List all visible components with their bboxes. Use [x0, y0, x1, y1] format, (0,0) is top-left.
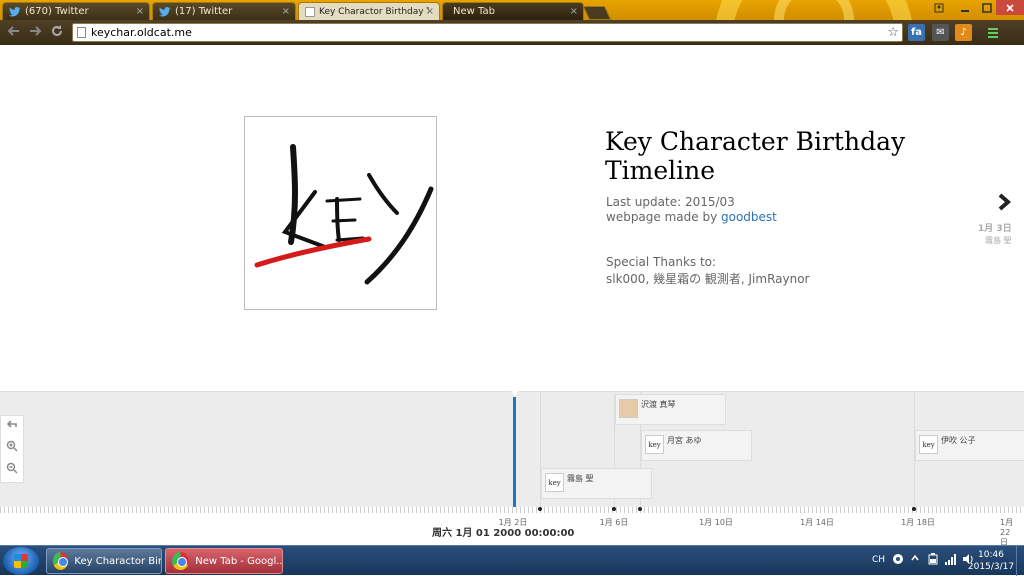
chrome-menu-icon[interactable]	[984, 24, 1001, 41]
author-link[interactable]: goodbest	[721, 210, 777, 224]
twitter-icon	[9, 6, 21, 18]
new-tab-button[interactable]	[582, 6, 612, 20]
address-bar[interactable]: keychar.oldcat.me ☆	[72, 23, 903, 42]
theme-decoration	[774, 0, 854, 20]
tab-label: (670) Twitter	[25, 6, 89, 17]
event-dot	[638, 507, 642, 511]
timeline-current-marker	[513, 397, 516, 513]
tab-strip: (670) Twitter × (17) Twitter × Key Chara…	[0, 0, 1024, 20]
tick-label: 1月 10日	[699, 518, 733, 527]
character-thumbnail: key	[645, 435, 664, 454]
battery-icon[interactable]	[927, 553, 939, 568]
tick-label: 1月 6日	[599, 518, 629, 527]
character-thumbnail: key	[545, 473, 564, 492]
character-thumbnail	[619, 399, 638, 418]
forward-arrow-icon[interactable]	[27, 24, 43, 40]
next-slide-date[interactable]: 1月 3日	[978, 221, 1012, 234]
tab-twitter-1[interactable]: (670) Twitter ×	[2, 2, 150, 20]
timeline-event[interactable]: key 伊吹 公子	[915, 430, 1024, 461]
bookmark-star-icon[interactable]: ☆	[887, 24, 899, 41]
extension-fa-icon[interactable]: fa	[908, 24, 925, 41]
timeline-nav[interactable]: 沢渡 真琴 key 月宮 あゆ key 伊吹 公子 key 霧島 聖	[0, 391, 1024, 507]
windows-taskbar: Key Charactor Birt... New Tab - Googl...…	[0, 545, 1024, 576]
last-update: Last update: 2015/03	[606, 195, 735, 209]
current-date-label: 周六 1月 01 2000 00:00:00	[432, 528, 575, 539]
event-dot	[612, 507, 616, 511]
tab-new-tab[interactable]: New Tab ×	[442, 2, 584, 20]
close-icon[interactable]: ×	[136, 6, 144, 17]
show-desktop-button[interactable]	[1016, 546, 1024, 576]
back-to-start-icon[interactable]	[1, 416, 23, 438]
back-arrow-icon[interactable]	[6, 24, 22, 40]
show-hidden-icons-icon[interactable]	[910, 553, 920, 566]
url-text: keychar.oldcat.me	[91, 26, 192, 39]
thanks-title: Special Thanks to:	[606, 255, 717, 269]
character-thumbnail: key	[919, 435, 938, 454]
key-logo	[244, 116, 437, 310]
clock-time[interactable]: 10:46	[976, 550, 1006, 560]
task-label: Key Charactor Birt...	[74, 555, 161, 567]
made-by: webpage made by goodbest	[606, 210, 777, 224]
language-indicator[interactable]: CH	[872, 555, 885, 565]
next-slide-name[interactable]: 霧島 聖	[985, 235, 1012, 246]
event-name: 伊吹 公子	[941, 436, 976, 445]
ime-icon[interactable]	[892, 553, 904, 568]
windows-logo-icon	[14, 554, 28, 568]
tab-label: New Tab	[453, 6, 495, 17]
timeline-event[interactable]: key 月宮 あゆ	[641, 430, 752, 461]
browser-toolbar: keychar.oldcat.me ☆ fa ✉ ♪	[0, 20, 1024, 45]
tab-label: Key Charactor Birthday Ti	[319, 6, 429, 17]
reload-icon[interactable]	[49, 24, 65, 40]
chrome-icon	[53, 552, 69, 570]
close-icon[interactable]: ×	[570, 6, 578, 17]
timeline-event[interactable]: 沢渡 真琴	[615, 394, 726, 425]
tick-label: 1月 18日	[901, 518, 935, 527]
timeline-pointer	[509, 388, 521, 396]
timeline-axis[interactable]: 1月 2日 1月 6日 1月 10日 1月 14日 1月 18日 1月 22日 …	[0, 507, 1024, 545]
page-icon	[305, 6, 315, 17]
thanks-names: slk000, 幾星霜の 観測者, JimRaynor	[606, 272, 810, 286]
page-content: Key Character Birthday Timeline Last upd…	[0, 45, 1024, 545]
tab-key-birthday[interactable]: Key Charactor Birthday Ti ×	[298, 2, 440, 20]
page-title: Key Character Birthday Timeline	[605, 127, 906, 185]
event-dot	[538, 507, 542, 511]
zoom-out-icon[interactable]	[1, 460, 23, 482]
start-button[interactable]	[3, 547, 39, 575]
next-slide-arrow-icon[interactable]	[996, 192, 1012, 217]
clock-date[interactable]: 2015/3/17	[966, 562, 1016, 572]
made-by-prefix: webpage made by	[606, 210, 721, 224]
chrome-icon	[172, 552, 190, 570]
page-icon	[77, 27, 86, 38]
event-name: 霧島 聖	[567, 474, 594, 483]
extension-mail-icon[interactable]: ✉	[932, 24, 949, 41]
tick-label: 1月 22日	[1000, 518, 1014, 545]
event-name: 月宮 あゆ	[667, 436, 702, 445]
window-close-icon[interactable]	[996, 0, 1024, 15]
close-icon[interactable]: ×	[426, 6, 434, 17]
network-signal-icon[interactable]	[944, 553, 958, 568]
tick-label: 1月 14日	[800, 518, 834, 527]
task-label: New Tab - Googl...	[195, 555, 282, 567]
event-dot	[912, 507, 916, 511]
twitter-icon	[159, 6, 171, 18]
axis-ticks	[0, 507, 1024, 513]
close-icon[interactable]: ×	[282, 6, 290, 17]
zoom-in-icon[interactable]	[1, 438, 23, 460]
taskbar-item-key-birthday[interactable]: Key Charactor Birt...	[46, 548, 162, 574]
taskbar-item-new-tab[interactable]: New Tab - Googl...	[165, 548, 283, 574]
timeline-zoom-panel	[0, 415, 24, 483]
extension-music-icon[interactable]: ♪	[955, 24, 972, 41]
tab-label: (17) Twitter	[175, 6, 233, 17]
timeline-event[interactable]: key 霧島 聖	[541, 468, 652, 499]
tab-twitter-2[interactable]: (17) Twitter ×	[152, 2, 296, 20]
profile-icon[interactable]	[926, 0, 952, 15]
event-name: 沢渡 真琴	[641, 400, 676, 409]
